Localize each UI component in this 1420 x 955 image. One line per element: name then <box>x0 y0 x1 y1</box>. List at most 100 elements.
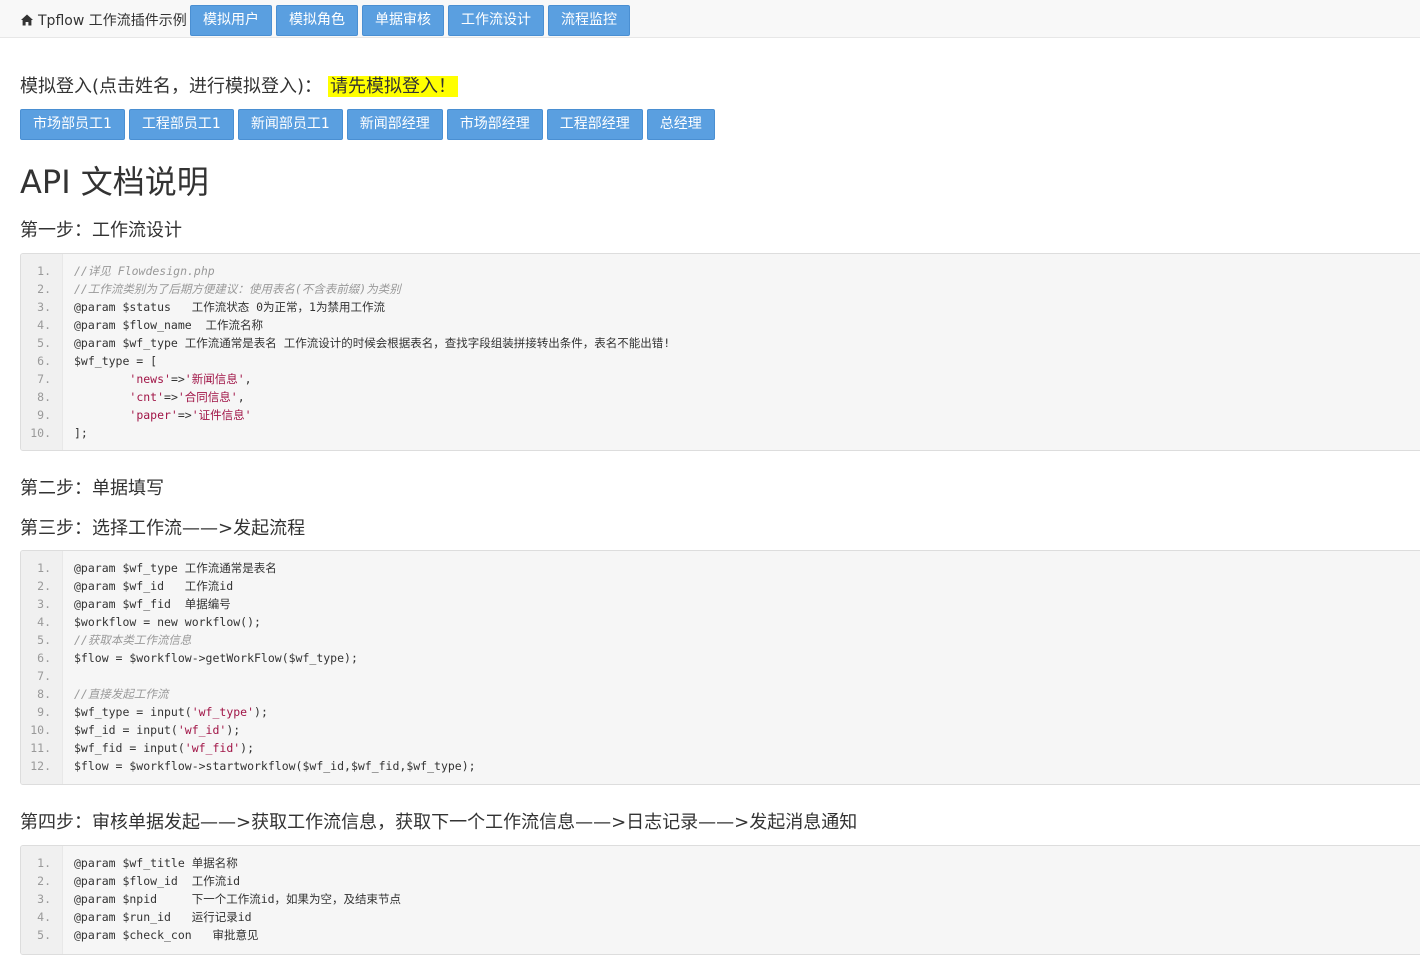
line-number: 9. <box>37 408 51 422</box>
code-line: 12. $flow = $workflow->startworkflow($wf_… <box>21 757 1420 775</box>
code-token: ); <box>226 723 241 737</box>
line-code: $workflow = new workflow(); <box>74 613 261 631</box>
code-token: $wf_id = input( <box>74 723 178 737</box>
line-code: @param $flow_id 工作流id <box>74 872 240 890</box>
line-number: 12. <box>30 759 51 773</box>
code-token: 'paper' <box>129 408 178 422</box>
code-token: @param $wf_title 单据名称 <box>74 856 238 870</box>
line-number: 2. <box>37 282 51 296</box>
code-token: @param $wf_fid 单据编号 <box>74 597 231 611</box>
user-buttons: 市场部员工1 工程部员工1 新闻部员工1 新闻部经理 市场部经理 工程部经理 总… <box>20 109 719 140</box>
code-block: 1. @param $wf_type 工作流通常是表名 2. @param $wf_i… <box>20 550 1420 785</box>
line-code: //获取本类工作流信息 <box>74 631 191 649</box>
user-button[interactable]: 工程部员工1 <box>128 109 234 140</box>
code-token: , <box>237 390 245 404</box>
user-button[interactable]: 新闻部经理 <box>346 109 443 140</box>
line-code: @param $flow_name 工作流名称 <box>74 316 263 334</box>
line-code: 'cnt'=>'合同信息', <box>74 388 245 406</box>
step-heading: 第二步：单据填写 <box>20 478 164 499</box>
code-token: $flow = $workflow->startworkflow($wf_id,… <box>74 759 476 773</box>
code-line: 3. @param $wf_fid 单据编号 <box>21 595 1420 613</box>
code-token: ); <box>254 705 268 719</box>
line-number: 3. <box>37 597 51 611</box>
code-line: 10. $wf_id = input('wf_id'); <box>21 721 1420 739</box>
line-number: 7. <box>37 372 51 386</box>
code-line: 6. $flow = $workflow->getWorkFlow($wf_typ… <box>21 649 1420 667</box>
line-code: ]; <box>74 424 88 442</box>
code-token: @param $check_con 审批意见 <box>74 928 259 942</box>
line-number: 2. <box>37 579 51 593</box>
line-number: 6. <box>37 651 51 665</box>
user-button[interactable]: 工程部经理 <box>546 109 643 140</box>
line-number: 8. <box>37 390 51 404</box>
line-code: $wf_fid = input('wf_fid'); <box>74 739 254 757</box>
code-token: 'news' <box>129 372 171 386</box>
code-token: => <box>177 408 192 422</box>
user-button[interactable]: 总经理 <box>646 109 715 140</box>
code-token: @param $run_id 运行记录id <box>74 910 252 924</box>
line-number: 8. <box>37 687 51 701</box>
code-token: $flow = $workflow->getWorkFlow($wf_type)… <box>74 651 358 665</box>
code-line: 4. @param $flow_name 工作流名称 <box>21 316 1420 334</box>
code-token: @param $wf_type 工作流通常是表名 工作流设计的时候会根据表名，查… <box>74 336 671 350</box>
line-number: 10. <box>30 426 51 440</box>
line-code: //详见 Flowdesign.php <box>74 262 215 280</box>
code-line: 7. <box>21 667 1420 685</box>
user-button[interactable]: 新闻部员工1 <box>237 109 343 140</box>
code-token: , <box>244 372 252 386</box>
nav-process-monitor-button[interactable]: 流程监控 <box>548 5 630 36</box>
brand[interactable]: Tpflow 工作流插件示例 <box>20 10 187 30</box>
code-token: @param $status 工作流状态 0为正常，1为禁用工作流 <box>74 300 385 314</box>
line-number: 2. <box>37 874 51 888</box>
code-token: @param $flow_id 工作流id <box>74 874 241 888</box>
code-line: 2. @param $flow_id 工作流id <box>21 872 1420 890</box>
line-number: 7. <box>37 669 51 683</box>
line-code: @param $wf_id 工作流id <box>74 577 233 595</box>
nav-simulate-user-button[interactable]: 模拟用户 <box>190 5 272 36</box>
user-button[interactable]: 市场部员工1 <box>20 109 125 140</box>
login-warning: 请先模拟登入！ <box>328 76 459 97</box>
code-line: 8. //直接发起工作流 <box>21 685 1420 703</box>
code-line: 9. 'paper'=>'证件信息' <box>21 406 1420 424</box>
code-line: 3. @param $npid 下一个工作流id，如果为空，及结束节点 <box>21 890 1420 908</box>
line-number: 10. <box>30 723 51 737</box>
top-navbar: Tpflow 工作流插件示例 模拟用户 模拟角色 单据审核 工作流设计 流程监控 <box>0 0 1420 38</box>
line-number: 9. <box>37 705 51 719</box>
code-token: //详见 Flowdesign.php <box>74 264 215 278</box>
code-line: 1. @param $wf_type 工作流通常是表名 <box>21 559 1420 577</box>
line-number: 6. <box>37 354 51 368</box>
step-heading: 第四步：审核单据发起——>获取工作流信息，获取下一个工作流信息——>日志记录——… <box>20 812 858 833</box>
code-line: 1. //详见 Flowdesign.php <box>21 262 1420 280</box>
code-line: 3. @param $status 工作流状态 0为正常，1为禁用工作流 <box>21 298 1420 316</box>
code-line: 4. $workflow = new workflow(); <box>21 613 1420 631</box>
code-line: 9. $wf_type = input('wf_type'); <box>21 703 1420 721</box>
nav-workflow-design-button[interactable]: 工作流设计 <box>448 5 544 36</box>
line-number: 5. <box>37 336 51 350</box>
line-code: //直接发起工作流 <box>74 685 168 703</box>
line-number: 1. <box>37 561 51 575</box>
step-heading: 第三步：选择工作流——>发起流程 <box>20 518 306 539</box>
line-code: @param $wf_type 工作流通常是表名 <box>74 559 277 577</box>
user-button[interactable]: 市场部经理 <box>446 109 543 140</box>
nav-document-review-button[interactable]: 单据审核 <box>362 5 444 36</box>
line-number: 5. <box>37 633 51 647</box>
line-number: 3. <box>37 300 51 314</box>
login-prompt: 模拟登入(点击姓名，进行模拟登入)： 请先模拟登入！ <box>20 72 459 98</box>
nav-buttons: 模拟用户 模拟角色 单据审核 工作流设计 流程监控 <box>190 5 634 36</box>
line-number: 4. <box>37 910 51 924</box>
code-token: => <box>170 372 185 386</box>
line-number: 1. <box>37 264 51 278</box>
code-token: 'cnt' <box>129 390 165 404</box>
code-token: @param $wf_type 工作流通常是表名 <box>74 561 277 575</box>
nav-simulate-role-button[interactable]: 模拟角色 <box>276 5 358 36</box>
code-token: @param $wf_id 工作流id <box>74 579 234 593</box>
code-token: $wf_type = [ <box>74 354 158 368</box>
login-prompt-text: 模拟登入(点击姓名，进行模拟登入)： <box>20 76 323 97</box>
line-code: @param $wf_type 工作流通常是表名 工作流设计的时候会根据表名，查… <box>74 334 670 352</box>
line-number: 4. <box>37 615 51 629</box>
line-code: $wf_type = [ <box>74 352 157 370</box>
code-line: 8. 'cnt'=>'合同信息', <box>21 388 1420 406</box>
line-code: @param $wf_title 单据名称 <box>74 854 238 872</box>
